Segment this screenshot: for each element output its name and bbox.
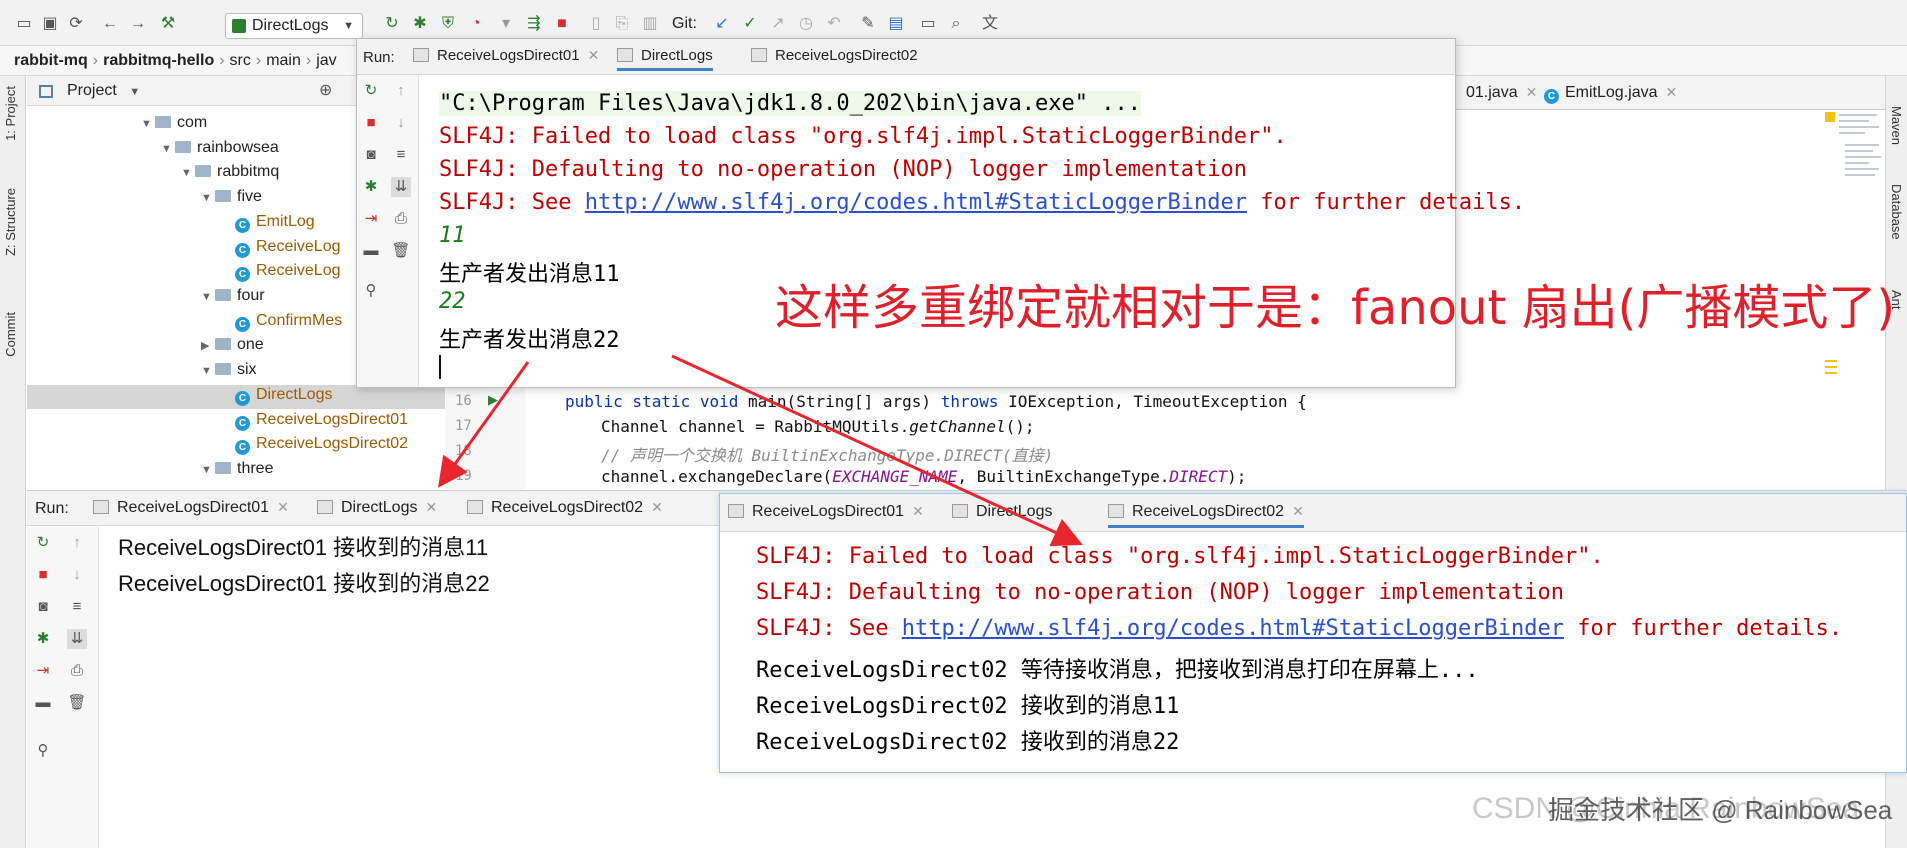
folder-icon	[215, 338, 231, 350]
tree-item-label: ReceiveLog	[256, 238, 341, 255]
tree-item-label: ConfirmMes	[256, 312, 343, 329]
tree-item-label: one	[237, 336, 264, 353]
tree-class-item[interactable]: C ConfirmMes	[235, 308, 342, 333]
annotation-arrow-right	[671, 354, 1083, 547]
folder-icon	[215, 289, 231, 301]
tree-folder-item[interactable]: ▼ three	[201, 456, 273, 481]
tree-item-label: three	[237, 460, 274, 477]
tree-class-item[interactable]: C ReceiveLog	[235, 234, 341, 259]
tree-folder-item[interactable]: ▼ com	[141, 110, 207, 135]
tree-item-label: rabbitmq	[217, 163, 280, 180]
java-class-icon: C	[235, 391, 250, 406]
tree-item-label: ReceiveLog	[256, 262, 341, 279]
folder-icon	[215, 190, 231, 202]
java-class-icon: C	[235, 243, 250, 258]
chevron-down-icon[interactable]: ▼	[181, 161, 195, 186]
annotation-text: 这样多重绑定就相对于是：fanout 扇出(广播模式了)	[775, 280, 1896, 336]
chevron-down-icon[interactable]: ▶	[201, 334, 215, 359]
chevron-down-icon[interactable]: ▼	[201, 359, 215, 384]
java-class-icon: C	[235, 440, 250, 455]
chevron-down-icon[interactable]: ▼	[141, 112, 155, 137]
tree-item-label: DirectLogs	[256, 386, 333, 403]
tree-item-label: ReceiveLogsDirect02	[256, 435, 409, 452]
chevron-down-icon[interactable]: ▼	[161, 137, 175, 162]
ide-window: ▭ ▣ ⟳ ← → ⚒ DirectLogs ▼ ↻ ✱ ⛨ ◔ ▾ ⇶ ■ ▯…	[0, 0, 1907, 848]
chevron-down-icon[interactable]: ▼	[201, 186, 215, 211]
tree-item-label: ReceiveLogsDirect01	[256, 411, 409, 428]
java-class-icon: C	[235, 218, 250, 233]
watermark-overlay: 掘金技术社区 @ RainbowSea	[1548, 795, 1893, 825]
folder-icon	[175, 141, 191, 153]
java-class-icon: C	[235, 267, 250, 282]
tree-item-label: six	[237, 361, 257, 378]
tree-class-item[interactable]: C ReceiveLogsDirect01	[235, 407, 408, 432]
chevron-down-icon[interactable]: ▼	[201, 458, 215, 483]
java-class-icon: C	[235, 416, 250, 431]
tree-class-item[interactable]: C EmitLog	[235, 209, 315, 234]
folder-icon	[215, 462, 231, 474]
annotation-arrow-left	[438, 361, 530, 488]
tree-folder-item[interactable]: ▶ one	[201, 332, 264, 357]
tree-folder-item[interactable]: ▼ rainbowsea	[161, 135, 279, 160]
java-class-icon: C	[235, 317, 250, 332]
folder-icon	[215, 363, 231, 375]
tree-item-label: four	[237, 287, 265, 304]
tree-folder-item[interactable]: ▼ six	[201, 357, 257, 382]
folder-icon	[155, 116, 171, 128]
tree-item-label: com	[177, 114, 208, 131]
tree-item-label: five	[237, 188, 262, 205]
tree-item-label: EmitLog	[256, 213, 315, 230]
chevron-down-icon[interactable]: ▼	[201, 285, 215, 310]
tree-folder-item[interactable]: ▼ rabbitmq	[181, 159, 279, 184]
tree-folder-item[interactable]: ▼ four	[201, 283, 265, 308]
folder-icon	[195, 165, 211, 177]
tree-item-label: rainbowsea	[197, 139, 279, 156]
tree-class-item[interactable]: C ReceiveLogsDirect02	[235, 431, 408, 456]
tree-class-item[interactable]: C ReceiveLog	[235, 258, 341, 283]
tree-folder-item[interactable]: ▼ five	[201, 184, 262, 209]
tree-class-item[interactable]: C DirectLogs	[235, 382, 332, 407]
